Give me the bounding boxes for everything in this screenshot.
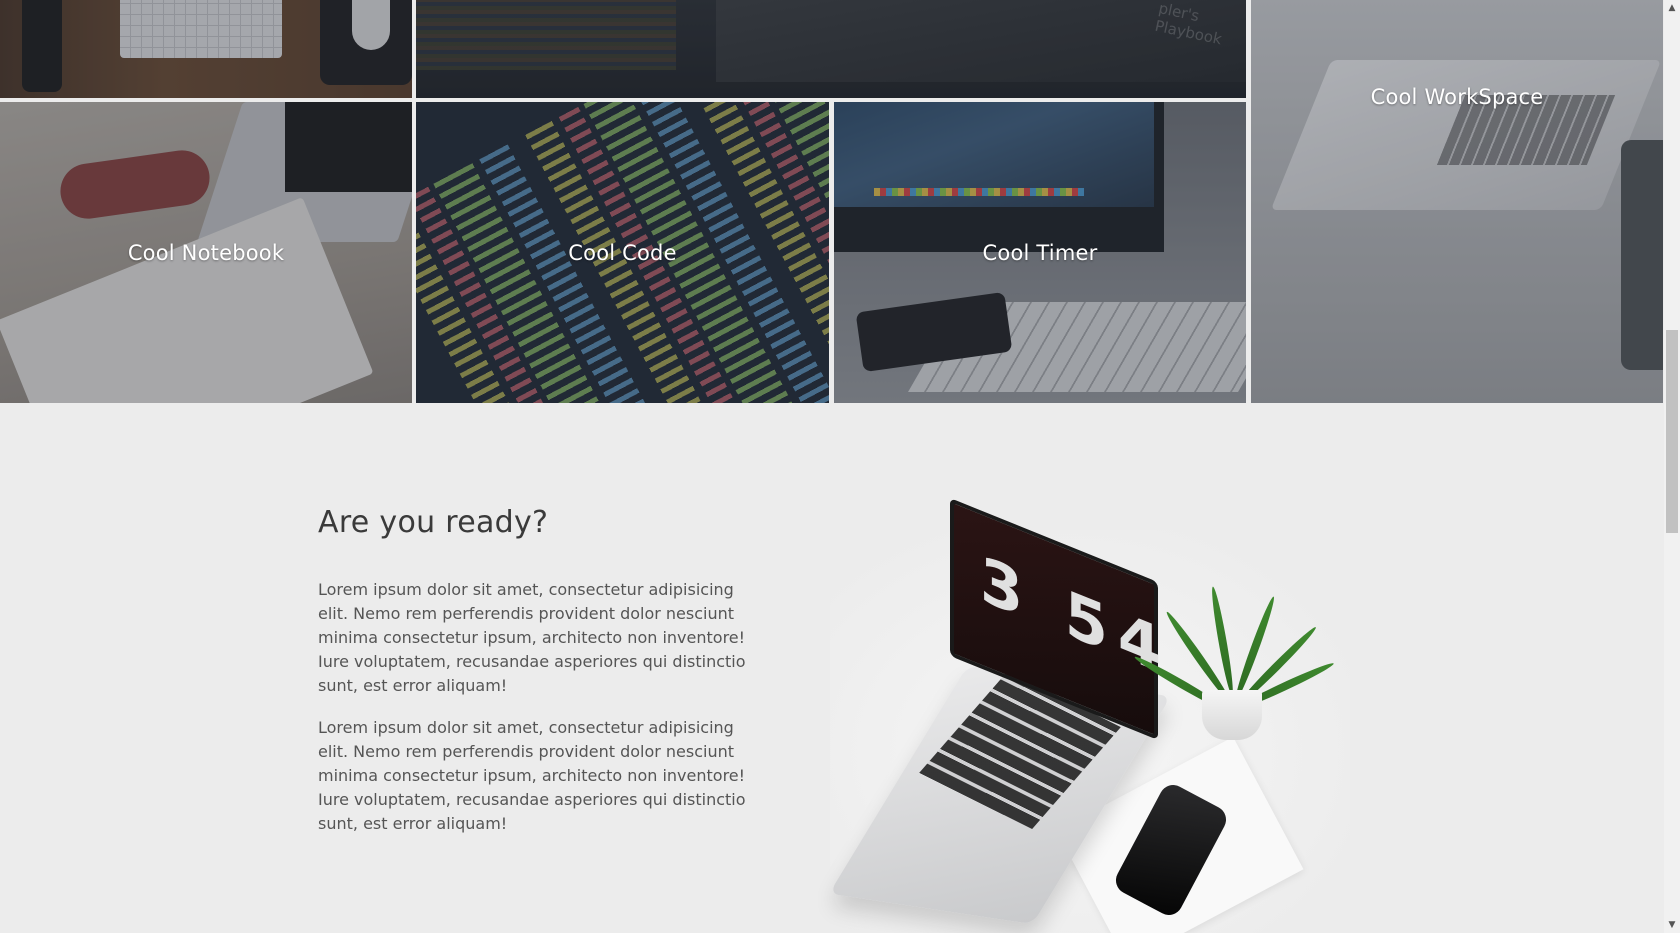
chevron-up-icon[interactable]: ▲: [1664, 0, 1680, 16]
page: pler's Playbook Cool WorkSpace Cool Note…: [0, 0, 1664, 933]
tile-caption: Cool WorkSpace: [1370, 84, 1544, 109]
section-heading: Are you ready?: [318, 505, 549, 540]
chevron-down-icon[interactable]: ▼: [1664, 917, 1680, 933]
portfolio-tile-desk[interactable]: [0, 0, 412, 98]
portfolio-tile-code[interactable]: Cool Code: [416, 102, 829, 403]
portfolio-tile-notebook[interactable]: Cool Notebook: [0, 102, 412, 403]
portfolio-tile-timer[interactable]: Cool Timer: [834, 102, 1246, 403]
portfolio-tile-workspace[interactable]: Cool WorkSpace: [1251, 0, 1663, 403]
scrollbar-thumb[interactable]: [1666, 330, 1678, 533]
tile-caption: Cool Timer: [982, 240, 1098, 265]
section-paragraph: Lorem ipsum dolor sit amet, consectetur …: [318, 580, 746, 695]
hero-image: 3 54: [829, 497, 1350, 933]
vertical-scrollbar[interactable]: ▲ ▼: [1664, 0, 1680, 933]
plant-pot: [1202, 690, 1262, 740]
portfolio-tile-book[interactable]: pler's Playbook: [416, 0, 1246, 98]
ready-section: Are you ready? Lorem ipsum dolor sit ame…: [318, 505, 758, 854]
tile-caption: Cool Code: [568, 240, 677, 265]
tile-caption: Cool Notebook: [127, 240, 285, 265]
section-paragraph: Lorem ipsum dolor sit amet, consectetur …: [318, 718, 746, 833]
